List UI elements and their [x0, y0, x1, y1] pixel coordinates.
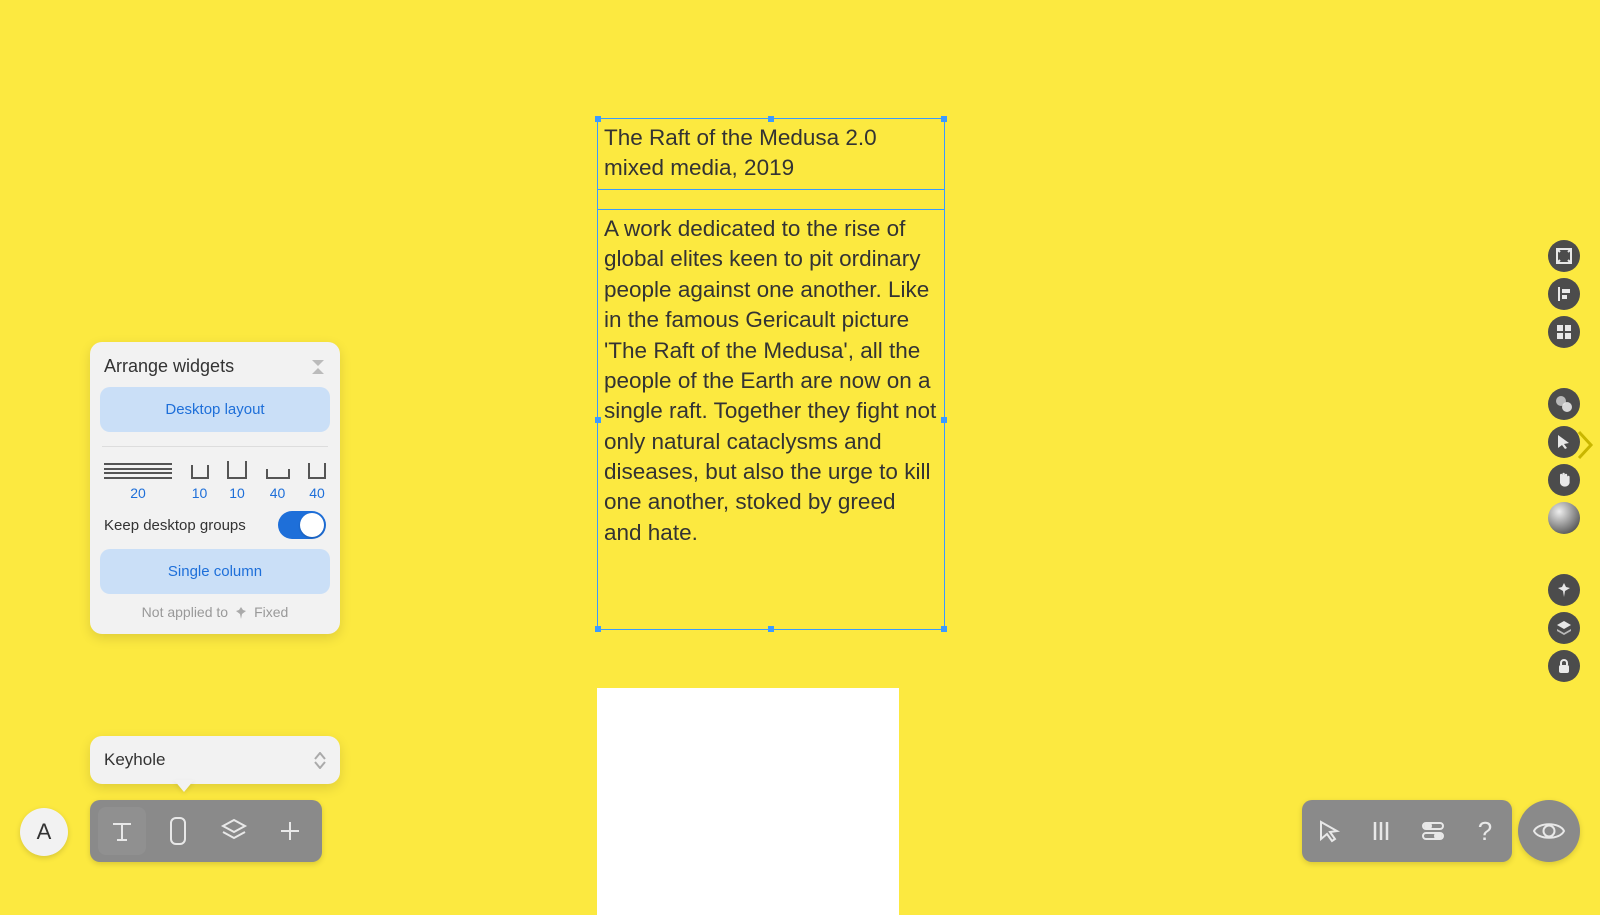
gradient-sphere-icon[interactable] [1548, 502, 1580, 534]
body-text: A work dedicated to the rise of global e… [604, 216, 936, 545]
divider [102, 446, 328, 447]
layers-stack-icon[interactable] [1548, 612, 1580, 644]
panel-header: Arrange widgets [100, 356, 330, 387]
arrange-widgets-panel: Arrange widgets Desktop layout 20 10 10 … [90, 342, 340, 634]
keep-desktop-groups-row: Keep desktop groups [100, 501, 330, 549]
resize-handle[interactable] [941, 417, 947, 423]
keep-groups-label: Keep desktop groups [104, 517, 246, 534]
pointer-outline-icon[interactable] [1312, 809, 1346, 853]
collapse-hourglass-icon[interactable] [310, 358, 326, 376]
body-text-block[interactable]: A work dedicated to the rise of global e… [597, 210, 945, 630]
column-preset[interactable]: 40 [308, 463, 326, 501]
resize-handle[interactable] [595, 417, 601, 423]
preset-label: 20 [130, 485, 146, 501]
hand-icon[interactable] [1548, 464, 1580, 496]
grid-icon[interactable] [1548, 316, 1580, 348]
column-preset[interactable]: 20 [104, 463, 172, 501]
panel-pointer-tip [174, 780, 194, 792]
single-column-button[interactable]: Single column [100, 549, 330, 594]
pin-icon [234, 604, 248, 620]
lock-icon[interactable] [1548, 650, 1580, 682]
account-circle-button[interactable]: A [20, 808, 68, 856]
not-applied-hint: Not applied to Fixed [100, 594, 330, 622]
spacer-block[interactable] [597, 190, 945, 210]
keyhole-label: Keyhole [104, 750, 165, 770]
slider-controls-icon[interactable] [1416, 809, 1450, 853]
help-icon[interactable]: ? [1468, 809, 1502, 853]
snap-icon[interactable] [1548, 388, 1580, 420]
column-preset[interactable]: 40 [266, 469, 290, 501]
image-placeholder-block[interactable] [597, 688, 899, 915]
add-icon[interactable] [266, 807, 314, 855]
preset-label: 40 [309, 485, 325, 501]
column-preset[interactable]: 10 [227, 461, 247, 501]
selected-text-frame[interactable]: The Raft of the Medusa 2.0 mixed media, … [597, 118, 945, 630]
layers-icon[interactable] [210, 807, 258, 855]
resize-handle[interactable] [941, 626, 947, 632]
fit-frame-icon[interactable] [1548, 240, 1580, 272]
help-glyph: ? [1478, 816, 1492, 847]
column-preset[interactable]: 10 [191, 465, 209, 501]
toggle-knob [300, 513, 324, 537]
expand-rail-chevron-icon[interactable] [1574, 428, 1596, 467]
resize-handle[interactable] [768, 116, 774, 122]
mobile-preview-icon[interactable] [154, 807, 202, 855]
preset-label: 40 [270, 485, 286, 501]
columns-icon[interactable] [1364, 809, 1398, 853]
typography-tool-icon[interactable] [98, 807, 146, 855]
resize-handle[interactable] [941, 116, 947, 122]
resize-handle[interactable] [595, 116, 601, 122]
sort-chevrons-icon[interactable] [314, 752, 326, 769]
preset-label: 10 [192, 485, 208, 501]
pin-icon[interactable] [1548, 574, 1580, 606]
resize-handle[interactable] [595, 626, 601, 632]
bottom-right-toolbar: ? [1302, 800, 1512, 862]
column-presets-row: 20 10 10 40 40 [100, 461, 330, 501]
account-letter: A [37, 819, 52, 845]
bottom-left-toolbar [90, 800, 322, 862]
resize-handle[interactable] [768, 626, 774, 632]
preset-label: 10 [229, 485, 245, 501]
title-line-2: mixed media, 2019 [604, 155, 794, 180]
keyhole-panel[interactable]: Keyhole [90, 736, 340, 784]
panel-title: Arrange widgets [104, 356, 234, 377]
keep-groups-toggle[interactable] [278, 511, 326, 539]
hint-prefix: Not applied to [142, 604, 228, 620]
desktop-layout-button[interactable]: Desktop layout [100, 387, 330, 432]
title-line-1: The Raft of the Medusa 2.0 [604, 125, 877, 150]
title-text-block[interactable]: The Raft of the Medusa 2.0 mixed media, … [597, 118, 945, 190]
preview-eye-button[interactable] [1518, 800, 1580, 862]
hint-suffix: Fixed [254, 604, 288, 620]
align-left-icon[interactable] [1548, 278, 1580, 310]
